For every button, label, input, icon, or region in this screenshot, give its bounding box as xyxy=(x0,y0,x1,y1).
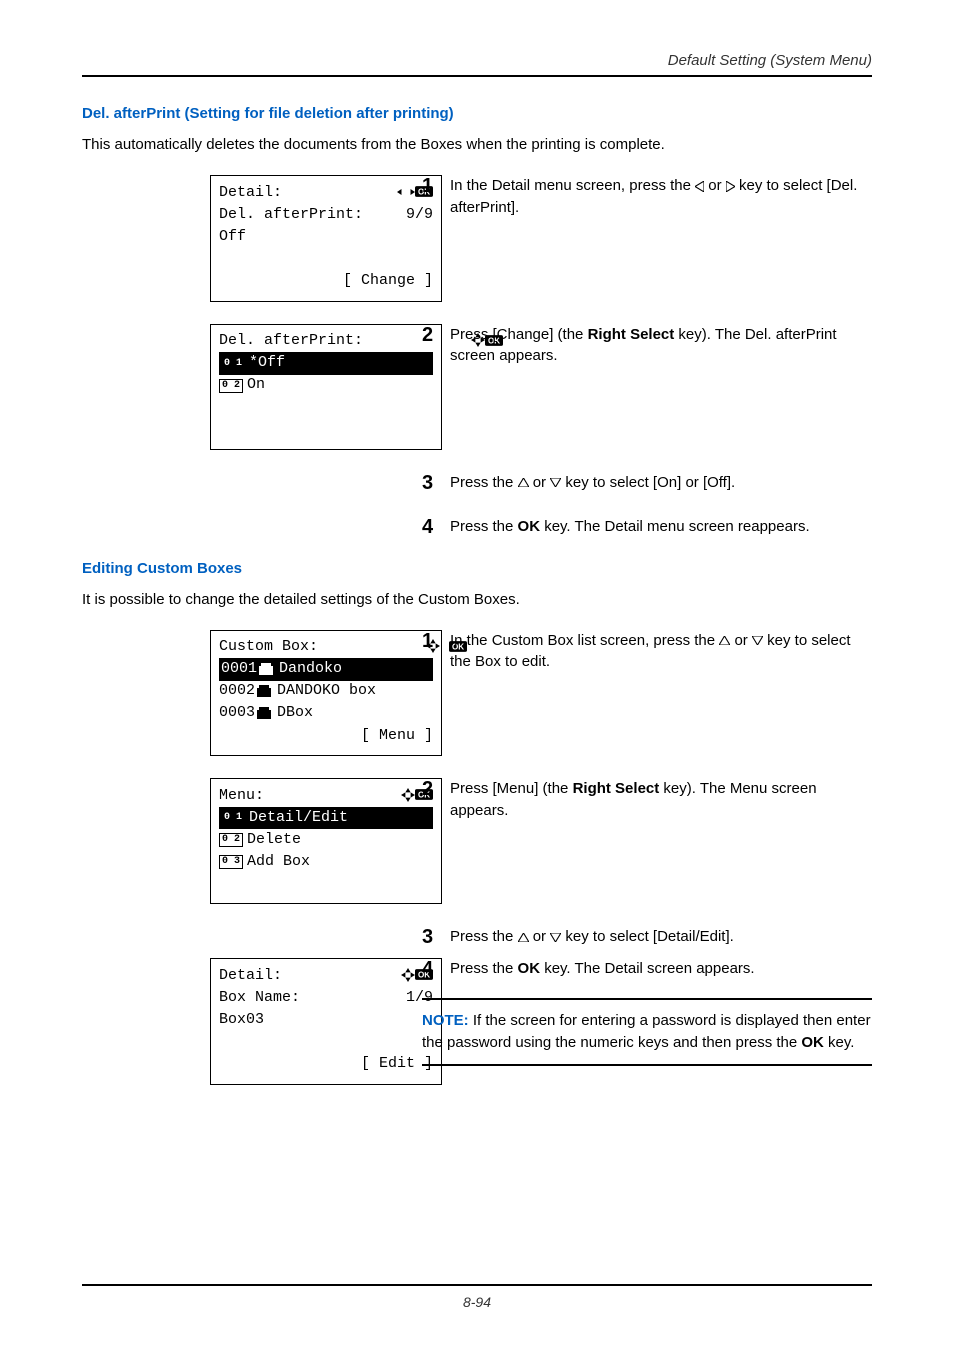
option-index: 0 1 xyxy=(221,357,245,371)
box-id: 0003 xyxy=(219,702,255,725)
menu-delete: Delete xyxy=(247,829,301,852)
box-id: 0001 xyxy=(221,658,257,681)
intro-editing-custom-boxes: It is possible to change the detailed se… xyxy=(82,591,872,608)
step-3-text: Press the or key to select [Detail/Edit]… xyxy=(450,926,872,948)
step-number: 2 xyxy=(422,324,450,346)
folder-icon xyxy=(257,685,271,697)
step-2-text: Press [Menu] (the Right Select key). The… xyxy=(450,778,872,822)
step-number: 2 xyxy=(422,778,450,800)
triangle-up-icon xyxy=(518,478,529,487)
lcd-field-label: Del. afterPrint: xyxy=(219,204,363,227)
step-3-text: Press the or key to select [On] or [Off]… xyxy=(450,472,872,494)
step-number: 1 xyxy=(422,175,450,197)
step-2-text: Press [Change] (the Right Select key). T… xyxy=(450,324,872,368)
lcd-softkey-edit: [ Edit ] xyxy=(219,1053,433,1076)
box-id: 0002 xyxy=(219,680,255,703)
lcd-value: Off xyxy=(219,226,246,249)
lcd-detail-afterprint: Detail: Del. afterPrint: 9/9 Off [ Chang… xyxy=(210,175,442,302)
lcd-field-label: Box Name: xyxy=(219,987,300,1010)
note-password: NOTE: If the screen for entering a passw… xyxy=(422,998,872,1066)
lcd-value: Box03 xyxy=(219,1009,264,1032)
step-1-text: In the Custom Box list screen, press the… xyxy=(450,630,872,674)
menu-add-box: Add Box xyxy=(247,851,310,874)
intro-del-afterprint: This automatically deletes the documents… xyxy=(82,136,872,153)
triangle-left-icon xyxy=(695,181,704,192)
triangle-up-icon xyxy=(518,933,529,942)
lcd-title: Detail: xyxy=(219,965,282,988)
lcd-del-afterprint-options: Del. afterPrint: 0 1 *Off 0 2 On xyxy=(210,324,442,450)
option-off: *Off xyxy=(249,352,285,375)
lcd-menu: Menu: 0 1 Detail/Edit 0 2 Delete 0 3 Add Bo… xyxy=(210,778,442,904)
page-header: Default Setting (System Menu) xyxy=(82,52,872,77)
box-name: DANDOKO box xyxy=(277,680,376,703)
lcd-title: Detail: xyxy=(219,182,282,205)
lcd-softkey-menu: [ Menu ] xyxy=(219,725,433,748)
box-name: DBox xyxy=(277,702,313,725)
lcd-custom-box-list: Custom Box: 0001Dandoko 0002DANDOKO box … xyxy=(210,630,442,757)
step-number: 4 xyxy=(422,516,450,538)
step-4-text: Press the OK key. The Detail screen appe… xyxy=(450,958,872,980)
option-on: On xyxy=(247,374,265,397)
lcd-title: Del. afterPrint: xyxy=(219,330,363,353)
option-index: 0 3 xyxy=(219,855,243,869)
step-number: 1 xyxy=(422,630,450,652)
triangle-up-icon xyxy=(719,636,730,645)
lcd-softkey-change: [ Change ] xyxy=(219,270,433,293)
heading-editing-custom-boxes: Editing Custom Boxes xyxy=(82,560,872,577)
folder-icon xyxy=(257,707,271,719)
step-number: 3 xyxy=(422,472,450,494)
option-index: 0 1 xyxy=(221,811,245,825)
step-number: 4 xyxy=(422,958,450,980)
box-name: Dandoko xyxy=(279,658,342,681)
triangle-right-icon xyxy=(726,181,735,192)
lcd-title: Custom Box: xyxy=(219,636,318,659)
page-footer: 8-94 xyxy=(82,1284,872,1310)
triangle-down-icon xyxy=(752,636,763,645)
lcd-title: Menu: xyxy=(219,785,264,808)
option-index: 0 2 xyxy=(219,379,243,393)
heading-del-afterprint: Del. afterPrint (Setting for file deleti… xyxy=(82,105,872,122)
lcd-detail-boxname: Detail: Box Name: 1/9 Box03 [ Edit ] xyxy=(210,958,442,1085)
step-1-text: In the Detail menu screen, press the or … xyxy=(450,175,872,219)
note-label: NOTE: xyxy=(422,1012,469,1029)
menu-detail-edit: Detail/Edit xyxy=(249,807,348,830)
triangle-down-icon xyxy=(550,933,561,942)
folder-icon xyxy=(259,663,273,675)
option-index: 0 2 xyxy=(219,833,243,847)
step-4-text: Press the OK key. The Detail menu screen… xyxy=(450,516,872,538)
triangle-down-icon xyxy=(550,478,561,487)
